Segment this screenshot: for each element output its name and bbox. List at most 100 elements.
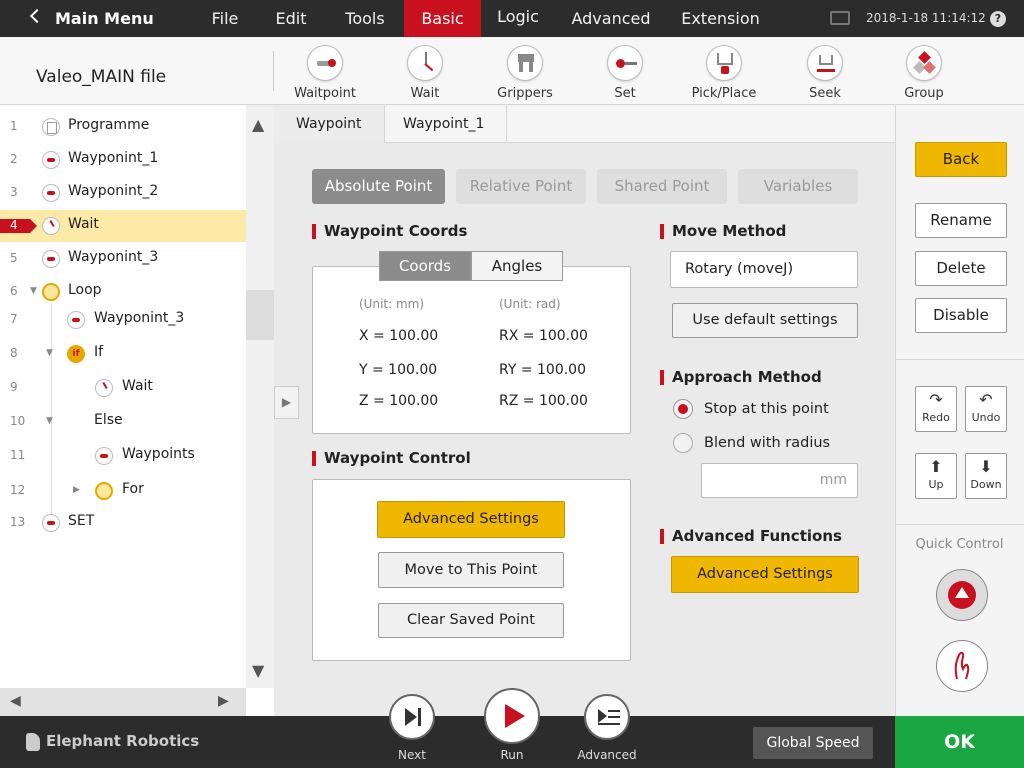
scroll-right-icon[interactable]: ▶	[218, 693, 229, 709]
advanced-functions-button[interactable]: Advanced Settings	[671, 556, 859, 593]
radio-stop-at-point[interactable]	[673, 399, 693, 419]
waypoint-icon	[95, 447, 113, 465]
tree-label: Programme	[68, 117, 150, 133]
tree-horizontal-scrollbar[interactable]: ◀ ▶	[0, 688, 246, 716]
tool-group[interactable]: Group	[884, 45, 964, 101]
line-number: 7	[10, 312, 18, 326]
tree-label: SET	[68, 513, 95, 529]
panel-tab-bar: Waypoint Waypoint_1	[274, 105, 895, 143]
tree-label: Else	[94, 412, 123, 428]
move-method-select[interactable]: Rotary (moveJ)	[670, 251, 858, 288]
scroll-down-icon[interactable]: ▼	[252, 661, 264, 680]
quick-control-joystick-icon[interactable]	[936, 569, 988, 621]
tree-label: Wait	[68, 216, 99, 232]
toolbar: Valeo_MAIN file Waitpoint Wait Grippers …	[0, 37, 1024, 105]
tree-row[interactable]: 2 Wayponint_1	[0, 144, 246, 176]
undo-button[interactable]: ↶ Undo	[965, 386, 1007, 432]
use-default-settings-button[interactable]: Use default settings	[672, 303, 858, 338]
tool-pick-place[interactable]: Pick/Place	[684, 45, 764, 101]
if-icon: if	[67, 345, 85, 363]
quick-control-label: Quick Control	[915, 537, 1004, 552]
tool-wait[interactable]: Wait	[385, 45, 465, 101]
line-number: 1	[10, 119, 18, 133]
menu-advanced[interactable]: Advanced	[565, 0, 657, 37]
tool-seek[interactable]: Seek	[785, 45, 865, 101]
move-to-point-button[interactable]: Move to This Point	[378, 552, 564, 588]
tree-row[interactable]: 1 Programme	[0, 111, 246, 143]
clear-saved-point-button[interactable]: Clear Saved Point	[378, 603, 564, 638]
tree-row[interactable]: 13 SET	[0, 507, 246, 539]
menu-extension[interactable]: Extension	[673, 0, 768, 37]
set-icon	[607, 45, 643, 81]
help-icon[interactable]: ?	[990, 11, 1006, 27]
tool-set[interactable]: Set	[585, 45, 665, 101]
scroll-thumb[interactable]	[246, 290, 274, 340]
tab-shared-point[interactable]: Shared Point	[597, 169, 727, 204]
tree-row[interactable]: 3 Wayponint_2	[0, 177, 246, 209]
elephant-robotics-logo: Elephant Robotics	[26, 732, 199, 751]
collapse-chevron-icon[interactable]: ▼	[30, 286, 37, 296]
tool-grippers[interactable]: Grippers	[485, 45, 565, 101]
line-number: 13	[10, 515, 26, 529]
radius-input[interactable]: mm	[701, 463, 858, 498]
expand-chevron-icon[interactable]: ▶	[73, 485, 80, 495]
ok-button[interactable]: OK	[895, 716, 1024, 768]
tool-label: Group	[904, 86, 944, 101]
tab-waypoint-1[interactable]: Waypoint_1	[381, 105, 508, 143]
radio-blend-with-radius[interactable]	[673, 433, 693, 453]
tree-label: For	[122, 481, 144, 497]
tree-label: Wayponint_2	[68, 183, 159, 199]
tree-row[interactable]: 8 ▼ if If	[0, 338, 246, 370]
tree-scrollbar[interactable]: ▲ ▼	[246, 105, 274, 688]
radio-label: Stop at this point	[704, 401, 829, 417]
disable-button[interactable]: Disable	[915, 298, 1007, 333]
next-button[interactable]: Next	[382, 694, 442, 762]
down-button[interactable]: ⬇ Down	[965, 453, 1007, 499]
menu-tools[interactable]: Tools	[335, 0, 395, 37]
move-method-header: Move Method	[660, 224, 786, 239]
main-menu-button[interactable]: Main Menu	[55, 0, 154, 37]
tool-waypoint[interactable]: Waitpoint	[285, 45, 365, 101]
advanced-run-button[interactable]: Advanced	[577, 694, 637, 762]
delete-button[interactable]: Delete	[915, 251, 1007, 286]
redo-button[interactable]: ↷ Redo	[915, 386, 957, 432]
tab-relative-point[interactable]: Relative Point	[456, 169, 586, 204]
menu-file[interactable]: File	[200, 0, 250, 37]
tree-row[interactable]: 9 Wait	[0, 372, 246, 404]
global-speed-button[interactable]: Global Speed	[753, 727, 873, 759]
tool-label: Waitpoint	[294, 86, 356, 101]
for-loop-icon	[95, 482, 113, 500]
menu-logic[interactable]: Logic	[488, 0, 548, 35]
tab-angles[interactable]: Angles	[471, 251, 563, 281]
expand-panel-icon[interactable]: ▶	[274, 386, 299, 419]
datetime: 2018-1-18 11:14:12	[866, 11, 986, 25]
collapse-chevron-icon[interactable]: ▼	[46, 416, 53, 426]
menu-edit[interactable]: Edit	[267, 0, 315, 37]
tree-row[interactable]: 11 Waypoints	[0, 440, 246, 472]
arrow-down-icon: ⬇	[979, 457, 993, 476]
menu-basic[interactable]: Basic	[404, 0, 481, 37]
scroll-left-icon[interactable]: ◀	[10, 693, 21, 709]
tool-label: Pick/Place	[691, 86, 757, 101]
tab-variables[interactable]: Variables	[738, 169, 858, 204]
tree-row-selected[interactable]: 4 Wait	[0, 210, 246, 242]
back-button[interactable]: Back	[915, 142, 1007, 177]
collapse-chevron-icon[interactable]: ▼	[46, 348, 53, 358]
tab-waypoint[interactable]: Waypoint	[274, 105, 385, 143]
free-drive-hand-icon[interactable]	[936, 640, 988, 692]
tree-row[interactable]: 7 Wayponint_3	[0, 304, 246, 336]
pick-place-icon	[706, 45, 742, 81]
back-chevron-icon[interactable]	[29, 8, 45, 24]
tree-row[interactable]: 5 Wayponint_3	[0, 243, 246, 275]
line-number: 9	[10, 380, 18, 394]
tab-coords[interactable]: Coords	[379, 251, 471, 281]
scroll-up-icon[interactable]: ▲	[252, 115, 264, 134]
run-button[interactable]: Run	[482, 688, 542, 762]
tab-absolute-point[interactable]: Absolute Point	[312, 169, 445, 204]
line-number: 8	[10, 346, 18, 360]
rename-button[interactable]: Rename	[915, 203, 1007, 238]
tree-row[interactable]: 12 ▶ For	[0, 475, 246, 507]
advanced-settings-button[interactable]: Advanced Settings	[377, 501, 565, 538]
up-button[interactable]: ⬆ Up	[915, 453, 957, 499]
tree-row[interactable]: 10 ▼ Else	[0, 406, 246, 438]
